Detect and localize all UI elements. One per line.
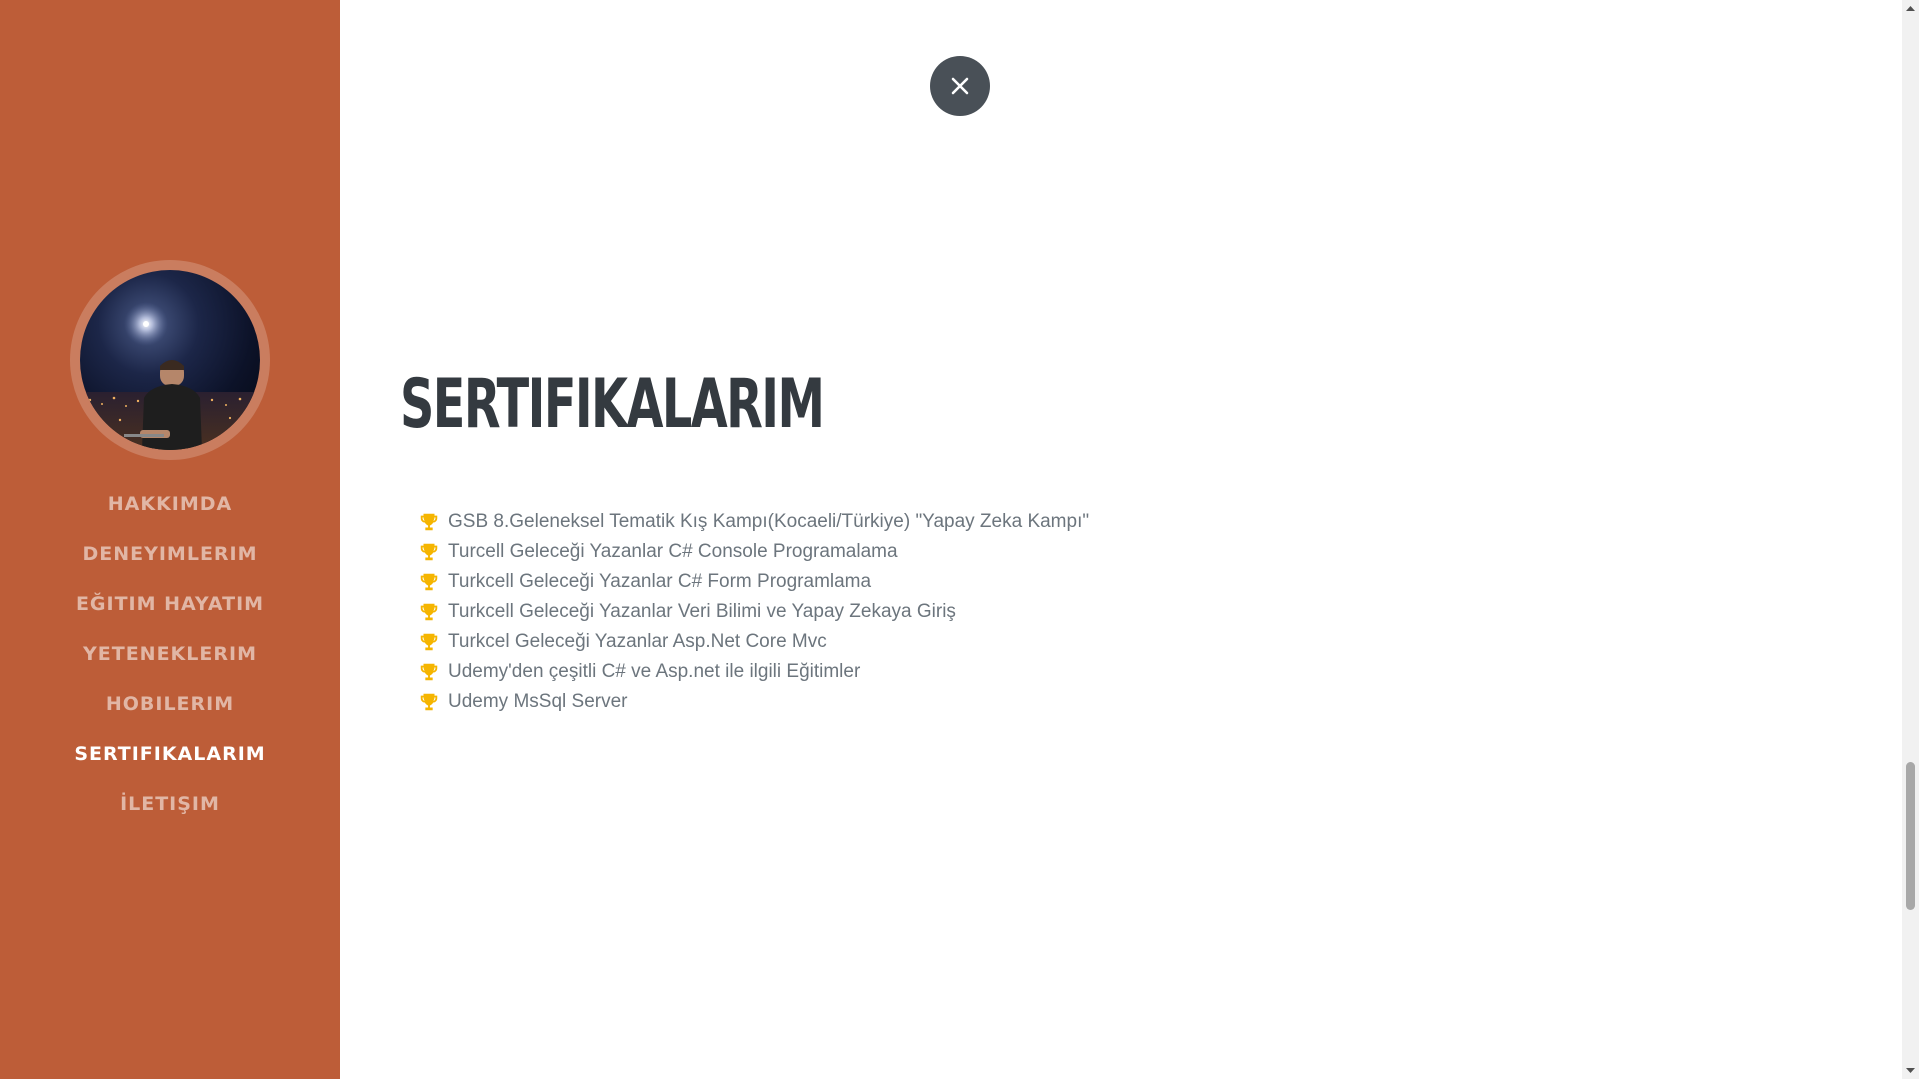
trophy-icon: [420, 633, 438, 651]
list-item: Udemy MsSql Server: [418, 687, 1089, 717]
list-item: GSB 8.Geleneksel Tematik Kış Kampı(Kocae…: [418, 507, 1089, 537]
nav-item-iletisim[interactable]: İLETIŞIM: [0, 787, 340, 837]
certificate-text: Udemy MsSql Server: [448, 691, 628, 712]
scroll-down-arrow-icon[interactable]: [1902, 1062, 1919, 1079]
list-item: Turkcell Geleceği Yazanlar C# Form Progr…: [418, 567, 1089, 597]
nav-item-sertifikalarim[interactable]: SERTIFIKALARIM: [0, 737, 340, 787]
page-title: SERTIFIKALARIM: [400, 365, 825, 444]
nav-item-hobilerim[interactable]: HOBILERIM: [0, 687, 340, 737]
certificate-text: Udemy'den çeşitli C# ve Asp.net ile ilgi…: [448, 661, 861, 682]
certificate-text: Turkcel Geleceği Yazanlar Asp.Net Core M…: [448, 631, 827, 652]
trophy-icon: [420, 573, 438, 591]
sidebar-nav: HAKKIMDA DENEYIMLERIM EĞITIM HAYATIM YET…: [0, 487, 340, 837]
certificate-text: Turcell Geleceği Yazanlar C# Console Pro…: [448, 541, 898, 562]
list-item: Turcell Geleceği Yazanlar C# Console Pro…: [418, 537, 1089, 567]
certificate-text: GSB 8.Geleneksel Tematik Kış Kampı(Kocae…: [448, 511, 1090, 532]
close-button[interactable]: [930, 56, 990, 116]
trophy-icon: [420, 663, 438, 681]
trophy-icon: [420, 603, 438, 621]
main-content: SERTIFIKALARIM GSB 8.Geleneksel Tematik …: [340, 0, 1902, 1079]
trophy-icon: [420, 543, 438, 561]
trophy-icon: [420, 513, 438, 531]
certificate-text: Turkcell Geleceği Yazanlar C# Form Progr…: [448, 571, 872, 592]
list-item: Turkcell Geleceği Yazanlar Veri Bilimi v…: [418, 597, 1089, 627]
nav-item-egitim-hayatim[interactable]: EĞITIM HAYATIM: [0, 587, 340, 637]
scroll-up-arrow-icon[interactable]: [1902, 0, 1919, 17]
list-item: Udemy'den çeşitli C# ve Asp.net ile ilgi…: [418, 657, 1089, 687]
certificate-text: Turkcell Geleceği Yazanlar Veri Bilimi v…: [448, 601, 956, 622]
list-item: Turkcel Geleceği Yazanlar Asp.Net Core M…: [418, 627, 1089, 657]
close-icon: [951, 77, 969, 95]
profile-photo: [80, 270, 260, 450]
trophy-icon: [420, 693, 438, 711]
vertical-scrollbar[interactable]: [1902, 0, 1919, 1079]
sidebar: HAKKIMDA DENEYIMLERIM EĞITIM HAYATIM YET…: [0, 0, 340, 1079]
nav-item-deneyimlerim[interactable]: DENEYIMLERIM: [0, 537, 340, 587]
scroll-thumb[interactable]: [1906, 762, 1915, 910]
nav-item-yeteneklerim[interactable]: YETENEKLERIM: [0, 637, 340, 687]
certificate-list: GSB 8.Geleneksel Tematik Kış Kampı(Kocae…: [418, 507, 1089, 717]
nav-item-hakkimda[interactable]: HAKKIMDA: [0, 487, 340, 537]
avatar: [70, 260, 270, 460]
